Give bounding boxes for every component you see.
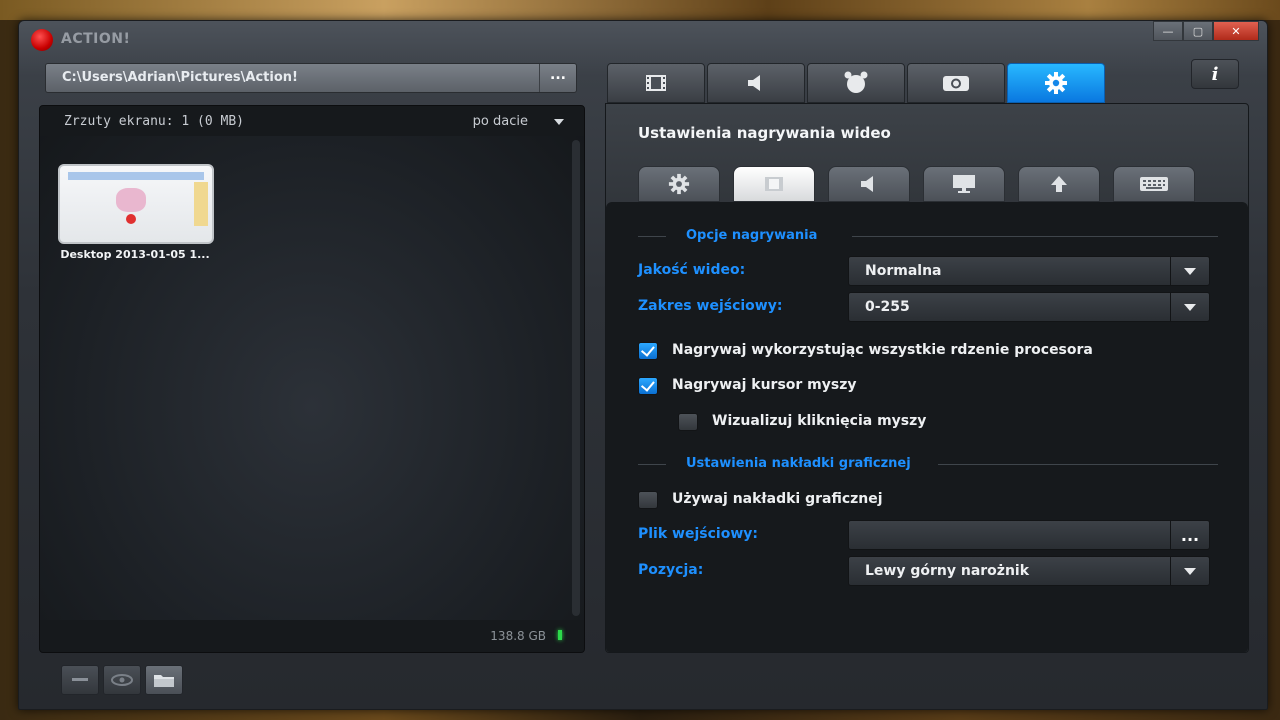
use-overlay-checkbox[interactable] [638,491,658,509]
visualize-clicks-checkbox[interactable] [678,413,698,431]
section-divider [638,464,666,465]
app-title: ACTION! [61,31,131,47]
film-icon [646,75,666,91]
subtab-hotkeys[interactable] [1113,166,1195,202]
tab-timer[interactable] [807,63,905,103]
section-divider [938,464,1218,465]
thumbnail-preview-dot [126,214,136,224]
tab-video[interactable] [607,63,705,103]
gallery-panel: Zrzuty ekranu: 1 (0 MB) po dacie Desktop… [39,105,585,653]
tab-audio[interactable] [707,63,805,103]
input-file-label: Plik wejściowy: [638,526,758,542]
preview-button[interactable] [103,665,141,695]
eye-icon [111,674,133,686]
settings-panel: Ustawienia nagrywania wideo Opcje nagryw… [605,103,1249,653]
speaker-icon [861,176,873,192]
gear-icon [1045,72,1067,94]
section-recording-options: Opcje nagrywania [638,226,1218,246]
app-logo-icon [31,29,53,51]
gallery-footer: 138.8 GB [40,620,584,652]
input-range-value: 0-255 [865,299,910,315]
minus-icon [72,678,88,681]
folder-icon [154,675,174,687]
subtab-display[interactable] [923,166,1005,202]
input-range-select[interactable]: 0-255 [848,292,1210,322]
section-recording-title: Opcje nagrywania [686,228,818,243]
tab-screenshot[interactable] [907,63,1005,103]
position-select[interactable]: Lewy górny narożnik [848,556,1210,586]
use-all-cores-checkbox[interactable] [638,342,658,360]
chevron-down-icon[interactable] [554,119,564,125]
settings-content: Opcje nagrywania Jakość wideo: Normalna … [606,202,1248,652]
checkmark-icon [640,377,655,392]
desktop-background [0,0,1280,20]
gallery-scrollbar[interactable] [572,140,580,616]
info-button[interactable]: i [1191,59,1239,89]
subtab-video[interactable] [733,166,815,202]
close-button[interactable]: ✕ [1213,21,1259,41]
settings-title: Ustawienia nagrywania wideo [638,124,891,142]
use-all-cores-label[interactable]: Nagrywaj wykorzystując wszystkie rdzenie… [672,342,1093,358]
section-overlay-title: Ustawienia nakładki graficznej [686,456,911,471]
app-window: ACTION! — ▢ ✕ C:\Users\Adrian\Pictures\A… [18,20,1268,710]
window-controls: — ▢ ✕ [1153,21,1259,41]
main-tabs [607,63,1107,103]
free-space: 138.8 GB [490,629,546,643]
video-quality-select[interactable]: Normalna [848,256,1210,286]
video-quality-label: Jakość wideo: [638,262,746,278]
checkmark-icon [640,342,655,357]
monitor-icon [953,175,975,193]
chevron-down-icon [1184,303,1196,311]
status-led-icon [558,630,562,640]
gallery-header: Zrzuty ekranu: 1 (0 MB) po dacie [40,106,584,136]
thumbnail-preview-side [194,182,208,226]
open-folder-button[interactable] [145,665,183,695]
keyboard-icon [1140,177,1168,191]
position-dropdown-button[interactable] [1170,557,1209,585]
visualize-clicks-label[interactable]: Wizualizuj kliknięcia myszy [712,413,926,429]
speaker-icon [748,75,760,91]
section-divider [852,236,1218,237]
screenshot-thumbnail[interactable] [58,164,214,244]
thumbnail-preview-shape [116,188,146,212]
upload-icon [1051,176,1067,192]
title-bar: ACTION! — ▢ ✕ [19,21,1267,55]
position-value: Lewy górny narożnik [865,563,1030,579]
browse-path-button[interactable]: ... [539,64,576,92]
settings-subtabs [638,166,1208,202]
section-divider [638,236,666,237]
subtab-upload[interactable] [1018,166,1100,202]
record-cursor-label[interactable]: Nagrywaj kursor myszy [672,377,857,393]
subtab-general[interactable] [638,166,720,202]
video-quality-value: Normalna [865,263,942,279]
use-overlay-label[interactable]: Używaj nakładki graficznej [672,491,883,507]
film-icon [765,177,783,191]
output-path: C:\Users\Adrian\Pictures\Action! [62,70,298,85]
output-path-bar[interactable]: C:\Users\Adrian\Pictures\Action! ... [45,63,577,93]
record-cursor-checkbox[interactable] [638,377,658,395]
screenshot-label[interactable]: Desktop 2013-01-05 1... [50,248,220,261]
video-quality-dropdown-button[interactable] [1170,257,1209,285]
minimize-button[interactable]: — [1153,21,1183,41]
section-overlay-settings: Ustawienia nakładki graficznej [638,454,1218,474]
input-range-dropdown-button[interactable] [1170,293,1209,321]
input-file-browse-button[interactable]: ... [1170,521,1209,549]
position-label: Pozycja: [638,562,704,578]
tab-settings[interactable] [1007,63,1105,103]
sort-dropdown[interactable]: po dacie [473,114,528,129]
screenshot-count: Zrzuty ekranu: 1 (0 MB) [64,114,245,129]
maximize-button[interactable]: ▢ [1183,21,1213,41]
chevron-down-icon [1184,267,1196,275]
camera-icon [943,76,969,91]
input-range-label: Zakres wejściowy: [638,298,783,314]
thumbnail-preview-bar [68,172,204,180]
chevron-down-icon [1184,567,1196,575]
subtab-audio[interactable] [828,166,910,202]
input-file-field[interactable]: ... [848,520,1210,550]
gear-icon [668,173,690,195]
alarm-clock-icon [844,71,868,93]
delete-button[interactable] [61,665,99,695]
